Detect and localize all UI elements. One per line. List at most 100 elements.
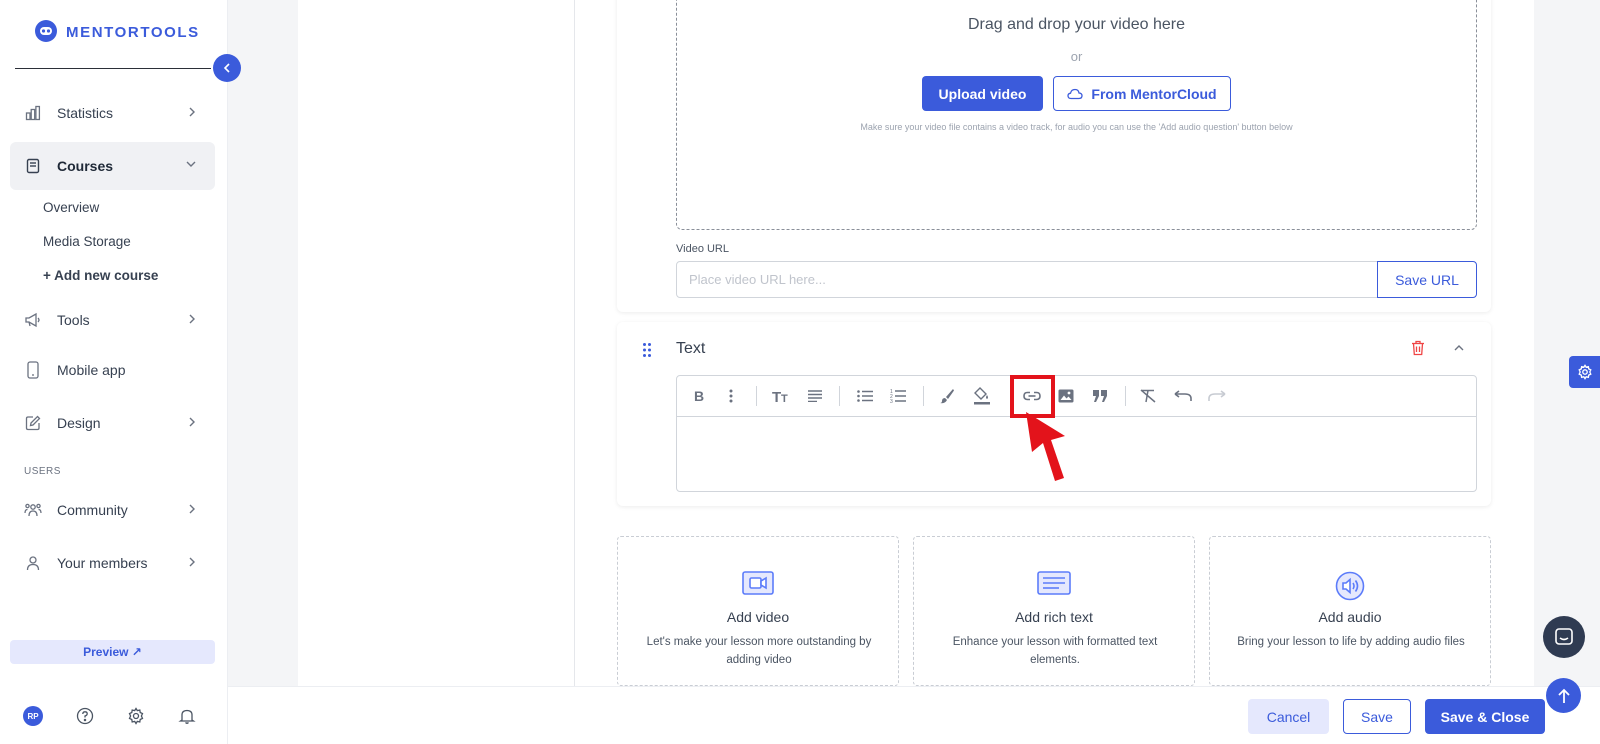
add-audio-desc: Bring your lesson to life by adding audi… [1237, 636, 1465, 648]
chevron-right-icon [187, 556, 197, 568]
sidebar-item-design[interactable]: Design [10, 399, 215, 447]
numbered-list-icon[interactable]: 123 [888, 386, 908, 406]
add-rich-text-card[interactable]: Add rich text Enhance your lesson with f… [913, 536, 1195, 686]
sidebar-divider [15, 68, 211, 69]
image-icon[interactable] [1056, 386, 1076, 406]
sidebar-subitem-add-course[interactable]: + Add new course [43, 268, 158, 283]
sidebar-item-label: Your members [57, 555, 148, 571]
sidebar-item-label: Mobile app [57, 362, 126, 378]
upload-video-button[interactable]: Upload video [922, 76, 1043, 111]
sidebar-item-mobile-app[interactable]: Mobile app [10, 346, 215, 394]
text-block-title: Text [676, 340, 706, 357]
chevron-right-icon [187, 416, 197, 428]
chevron-up-icon[interactable] [1453, 343, 1465, 353]
dropzone-hint: Make sure your video file contains a vid… [860, 122, 1293, 132]
save-and-close-button[interactable]: Save & Close [1425, 699, 1545, 734]
chevron-right-icon [187, 106, 197, 118]
help-icon[interactable] [76, 707, 94, 725]
gear-icon[interactable] [127, 707, 145, 725]
from-mentorcloud-label: From MentorCloud [1091, 85, 1217, 102]
audio-icon [1210, 571, 1490, 601]
sidebar-item-label: Design [57, 415, 101, 431]
chevron-left-icon [222, 62, 232, 74]
add-rich-text-title: Add rich text [1015, 609, 1093, 625]
from-mentorcloud-button[interactable]: From MentorCloud [1053, 76, 1231, 111]
video-icon [618, 571, 898, 595]
save-button[interactable]: Save [1343, 699, 1411, 734]
more-vertical-icon[interactable] [721, 386, 741, 406]
logo[interactable]: MENTORTOOLS [32, 18, 200, 46]
annotation-arrow-icon [1024, 412, 1070, 482]
sidebar-item-label: Tools [57, 312, 90, 328]
sidebar-item-label: Community [57, 502, 128, 518]
redo-icon[interactable] [1207, 386, 1227, 406]
text-size-icon[interactable]: TT [771, 386, 791, 406]
cloud-icon [1067, 88, 1084, 100]
chat-icon [1554, 627, 1574, 647]
add-audio-title: Add audio [1318, 609, 1382, 625]
megaphone-icon [24, 311, 42, 329]
user-icon [24, 554, 42, 572]
sidebar-item-courses[interactable]: Courses [10, 142, 215, 190]
svg-text:3: 3 [890, 399, 893, 403]
dropzone-title: Drag and drop your video here [967, 16, 1186, 33]
sidebar-item-community[interactable]: Community [10, 486, 215, 534]
dropzone-or: or [1070, 49, 1083, 64]
preview-button[interactable]: Preview ↗ [10, 640, 215, 664]
chevron-right-icon [187, 313, 197, 325]
trash-icon[interactable] [1411, 340, 1425, 356]
toolbar-separator [923, 386, 924, 406]
video-url-input[interactable] [676, 261, 1378, 298]
phone-icon [24, 361, 42, 379]
group-icon [24, 501, 42, 519]
chevron-right-icon [187, 503, 197, 515]
sidebar-item-tools[interactable]: Tools [10, 296, 215, 344]
align-icon[interactable] [805, 386, 825, 406]
bell-icon[interactable] [178, 707, 196, 725]
video-url-label: Video URL [676, 243, 729, 255]
bar-chart-icon [24, 104, 42, 122]
toolbar-separator [756, 386, 757, 406]
clear-format-icon[interactable] [1138, 386, 1158, 406]
preview-label: Preview ↗ [83, 645, 142, 659]
column-divider [574, 0, 575, 686]
bullet-list-icon[interactable] [855, 386, 875, 406]
add-rich-text-desc: Enhance your lesson with formatted text … [952, 636, 1158, 666]
chevron-down-icon [185, 159, 197, 169]
sidebar-bottom-bar: RP [23, 706, 196, 726]
svg-text:B: B [694, 389, 704, 403]
video-dropzone[interactable] [676, 0, 1477, 230]
editor-toolbar [676, 375, 1477, 417]
collapse-sidebar-button[interactable] [213, 54, 241, 82]
add-video-card[interactable]: Add video Let's make your lesson more ou… [617, 536, 899, 686]
sidebar-item-statistics[interactable]: Statistics [10, 89, 215, 137]
add-audio-card[interactable]: Add audio Bring your lesson to life by a… [1209, 536, 1491, 686]
sidebar-subitem-overview[interactable]: Overview [43, 200, 99, 215]
brand-name: MENTORTOOLS [66, 23, 200, 41]
save-url-button[interactable]: Save URL [1377, 261, 1477, 298]
pencil-square-icon [24, 414, 42, 432]
cancel-button[interactable]: Cancel [1248, 699, 1329, 734]
svg-text:T: T [781, 393, 788, 403]
sidebar-subitem-media-storage[interactable]: Media Storage [43, 234, 131, 249]
section-label-users: USERS [24, 466, 61, 477]
robot-logo-icon [32, 18, 60, 46]
brush-icon[interactable] [937, 386, 957, 406]
scroll-to-top-button[interactable] [1546, 678, 1581, 713]
add-video-desc: Let's make your lesson more outstanding … [646, 636, 872, 666]
sidebar-item-label: Statistics [57, 105, 114, 121]
drag-handle-icon[interactable] [642, 342, 652, 358]
add-video-title: Add video [726, 609, 790, 625]
quote-icon[interactable] [1090, 386, 1110, 406]
bold-icon[interactable]: B [689, 386, 709, 406]
arrow-up-icon [1557, 688, 1571, 704]
chat-button[interactable] [1543, 616, 1585, 658]
avatar[interactable]: RP [23, 706, 43, 726]
undo-icon[interactable] [1173, 386, 1193, 406]
toolbar-separator [1125, 386, 1126, 406]
settings-tab[interactable] [1569, 356, 1600, 388]
sidebar: MENTORTOOLS Statistics Courses Overview … [0, 0, 228, 744]
sidebar-item-your-members[interactable]: Your members [10, 539, 215, 587]
book-icon [24, 157, 42, 175]
fill-color-icon[interactable] [972, 386, 992, 406]
